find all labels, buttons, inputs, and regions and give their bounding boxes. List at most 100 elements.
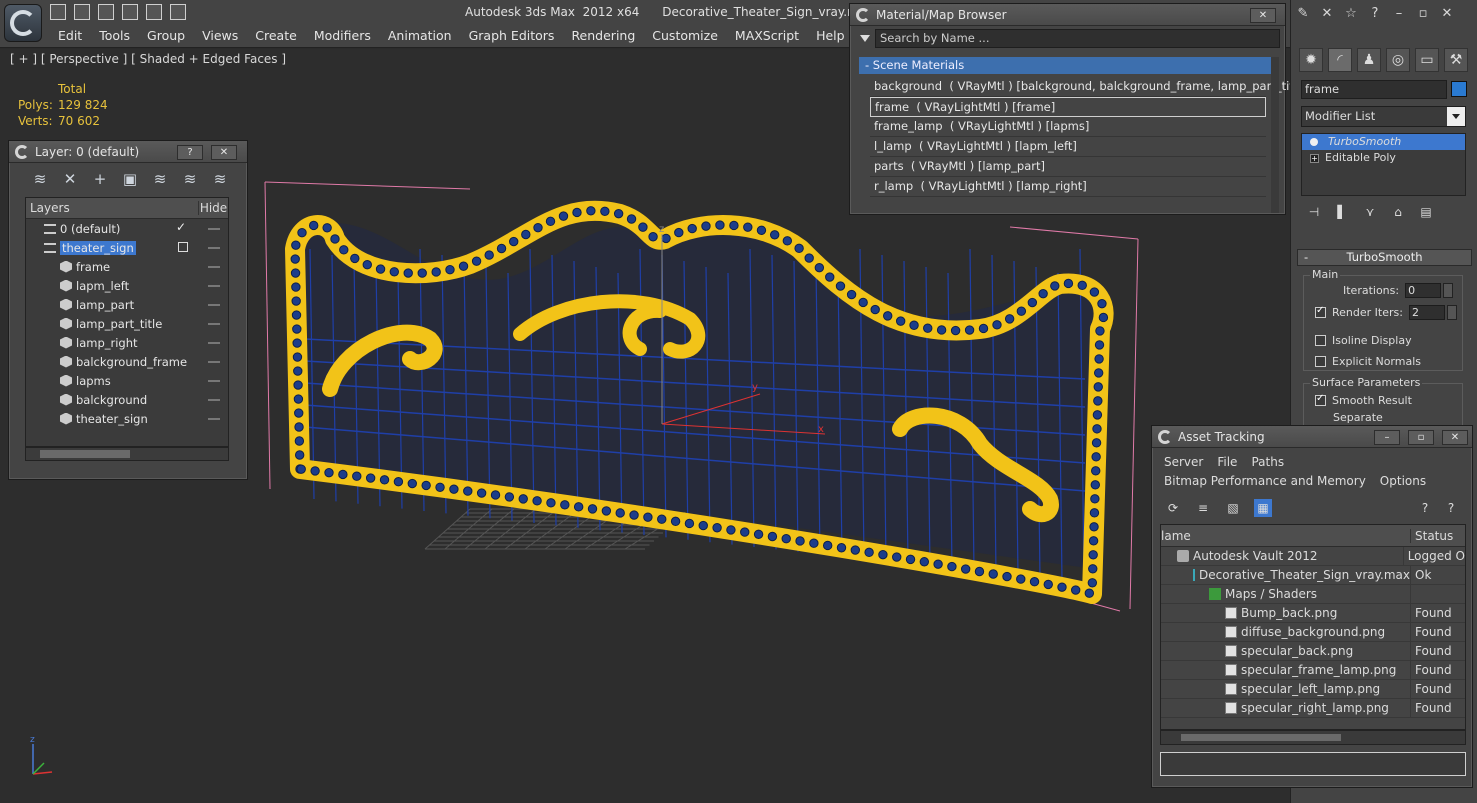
material-item[interactable]: frame_lamp ( VRayLightMtl ) [lapms] bbox=[870, 117, 1266, 137]
col-layers[interactable]: Layers bbox=[26, 201, 198, 215]
menu-modifiers[interactable]: Modifiers bbox=[314, 28, 381, 43]
layer-row[interactable]: lamp_right bbox=[26, 333, 228, 352]
scene-materials-group[interactable]: - Scene Materials bbox=[859, 57, 1271, 74]
create-tab-icon[interactable]: ✹ bbox=[1299, 48, 1323, 72]
render-iters-checkbox[interactable] bbox=[1315, 305, 1326, 318]
hide-toggle[interactable] bbox=[208, 342, 220, 344]
maximize-button[interactable]: ▫ bbox=[1408, 430, 1434, 445]
refresh-icon[interactable]: ⟳ bbox=[1164, 499, 1182, 517]
hide-toggle[interactable] bbox=[208, 247, 220, 249]
asset-row[interactable]: specular_back.png Found bbox=[1161, 641, 1465, 661]
asset-menu-server[interactable]: Server bbox=[1164, 455, 1203, 469]
options-dropdown-icon[interactable] bbox=[860, 35, 870, 42]
current-layer-check-icon[interactable]: ✓ bbox=[176, 220, 186, 234]
object-name-field[interactable]: frame bbox=[1301, 80, 1447, 99]
layer-row[interactable]: theater_sign bbox=[26, 409, 228, 428]
save-file-icon[interactable] bbox=[98, 4, 114, 20]
hide-toggle[interactable] bbox=[208, 323, 220, 325]
motion-tab-icon[interactable]: ◎ bbox=[1386, 48, 1410, 72]
layer-row[interactable]: lapm_left bbox=[26, 276, 228, 295]
highlight-layer-icon[interactable]: ≋ bbox=[151, 170, 169, 188]
table-view-icon[interactable]: ▦ bbox=[1254, 499, 1272, 517]
material-vertical-scrollbar[interactable] bbox=[1271, 57, 1279, 213]
add-to-layer-icon[interactable]: + bbox=[91, 170, 109, 188]
modify-tab-icon[interactable]: ◜ bbox=[1328, 48, 1352, 72]
help-icon[interactable]: ? bbox=[1367, 6, 1383, 22]
hide-toggle[interactable] bbox=[208, 418, 220, 420]
spinner-arrows-icon[interactable] bbox=[1443, 283, 1454, 298]
make-unique-icon[interactable]: ⋎ bbox=[1363, 205, 1377, 219]
favorites-star-icon[interactable]: ☆ bbox=[1343, 6, 1359, 22]
minimize-icon[interactable]: – bbox=[1391, 6, 1407, 22]
display-tab-icon[interactable]: ▭ bbox=[1415, 48, 1439, 72]
layer-row[interactable]: balckground_frame bbox=[26, 352, 228, 371]
hide-toggle[interactable] bbox=[208, 266, 220, 268]
stack-item-editable-poly[interactable]: + Editable Poly bbox=[1302, 150, 1465, 166]
hide-toggle[interactable] bbox=[208, 228, 220, 230]
scroll-thumb[interactable] bbox=[1181, 734, 1341, 741]
undo-icon[interactable] bbox=[122, 4, 138, 20]
asset-row[interactable]: specular_right_lamp.png Found bbox=[1161, 698, 1465, 718]
col-hide[interactable]: Hide bbox=[198, 201, 228, 215]
asset-menu-bitmap-performance-and-memory[interactable]: Bitmap Performance and Memory bbox=[1164, 474, 1366, 488]
material-item[interactable]: l_lamp ( VRayLightMtl ) [lapm_left] bbox=[870, 137, 1266, 157]
freeze-all-layers-icon[interactable]: ≋ bbox=[211, 170, 229, 188]
layer-row[interactable]: theater_sign bbox=[26, 238, 228, 257]
help-icon[interactable]: ? bbox=[1416, 499, 1434, 517]
layer-row[interactable]: 0 (default) ✓ bbox=[26, 219, 228, 238]
layer-row[interactable]: lapms bbox=[26, 371, 228, 390]
menu-edit[interactable]: Edit bbox=[58, 28, 92, 43]
isoline-checkbox[interactable] bbox=[1315, 335, 1326, 346]
project-folder-icon[interactable] bbox=[170, 4, 186, 20]
object-color-swatch[interactable] bbox=[1451, 81, 1467, 97]
smooth-result-checkbox[interactable] bbox=[1315, 393, 1326, 406]
iterations-spinner[interactable]: 0 bbox=[1405, 283, 1442, 298]
asset-menu-options[interactable]: Options bbox=[1380, 474, 1426, 488]
menu-maxscript[interactable]: MAXScript bbox=[735, 28, 809, 43]
viewport-label[interactable]: [ + ] [ Perspective ] [ Shaded + Edged F… bbox=[10, 52, 286, 66]
col-status[interactable]: Status bbox=[1411, 529, 1453, 543]
asset-tracking-titlebar[interactable]: Asset Tracking – ▫ ✕ bbox=[1152, 426, 1472, 448]
hide-toggle[interactable] bbox=[208, 380, 220, 382]
tools-icon[interactable]: ✎ bbox=[1295, 6, 1311, 22]
select-objects-icon[interactable]: ▣ bbox=[121, 170, 139, 188]
menu-animation[interactable]: Animation bbox=[388, 28, 462, 43]
material-item[interactable]: parts ( VRayMtl ) [lamp_part] bbox=[870, 157, 1266, 177]
asset-status-field[interactable] bbox=[1160, 752, 1466, 776]
hide-all-layers-icon[interactable]: ≋ bbox=[181, 170, 199, 188]
search-input[interactable]: Search by Name ... bbox=[875, 29, 1280, 48]
material-item[interactable]: background ( VRayMtl ) [balckground, bal… bbox=[870, 77, 1309, 97]
layer-row[interactable]: frame bbox=[26, 257, 228, 276]
layer-window-titlebar[interactable]: Layer: 0 (default) ? ✕ bbox=[9, 141, 247, 163]
material-browser-titlebar[interactable]: Material/Map Browser ✕ bbox=[850, 4, 1285, 26]
asset-menu-file[interactable]: File bbox=[1217, 455, 1237, 469]
menu-graph-editors[interactable]: Graph Editors bbox=[469, 28, 565, 43]
asset-row[interactable]: Decorative_Theater_Sign_vray.max Ok bbox=[1161, 565, 1465, 585]
asset-row[interactable]: specular_frame_lamp.png Found bbox=[1161, 660, 1465, 680]
asset-row[interactable]: Bump_back.png Found bbox=[1161, 603, 1465, 623]
asset-row[interactable]: Autodesk Vault 2012 Logged O bbox=[1161, 546, 1465, 566]
asset-menu-paths[interactable]: Paths bbox=[1251, 455, 1284, 469]
scroll-thumb[interactable] bbox=[40, 450, 130, 458]
open-file-icon[interactable] bbox=[74, 4, 90, 20]
expand-plus-icon[interactable]: + bbox=[1310, 153, 1319, 163]
utilities-tab-icon[interactable]: ⚒ bbox=[1444, 48, 1468, 72]
delete-layer-icon[interactable]: ✕ bbox=[61, 170, 79, 188]
close-icon[interactable]: ✕ bbox=[1439, 6, 1455, 22]
modifier-list-dropdown[interactable]: Modifier List bbox=[1301, 106, 1466, 127]
list-view-icon[interactable]: ≡ bbox=[1194, 499, 1212, 517]
menu-rendering[interactable]: Rendering bbox=[571, 28, 645, 43]
communication-icon[interactable]: ✕ bbox=[1319, 6, 1335, 22]
configure-sets-icon[interactable]: ▤ bbox=[1419, 205, 1433, 219]
context-help-icon[interactable]: ? bbox=[1442, 499, 1460, 517]
menu-group[interactable]: Group bbox=[147, 28, 195, 43]
col-name[interactable]: lame bbox=[1161, 528, 1411, 543]
asset-row[interactable]: diffuse_background.png Found bbox=[1161, 622, 1465, 642]
menu-tools[interactable]: Tools bbox=[99, 28, 140, 43]
layer-row[interactable]: lamp_part bbox=[26, 295, 228, 314]
remove-modifier-icon[interactable]: ⌂ bbox=[1391, 205, 1405, 219]
menu-customize[interactable]: Customize bbox=[652, 28, 728, 43]
material-item[interactable]: r_lamp ( VRayLightMtl ) [lamp_right] bbox=[870, 177, 1266, 197]
layer-row[interactable]: lamp_part_title bbox=[26, 314, 228, 333]
asset-row[interactable]: Maps / Shaders bbox=[1161, 584, 1465, 604]
